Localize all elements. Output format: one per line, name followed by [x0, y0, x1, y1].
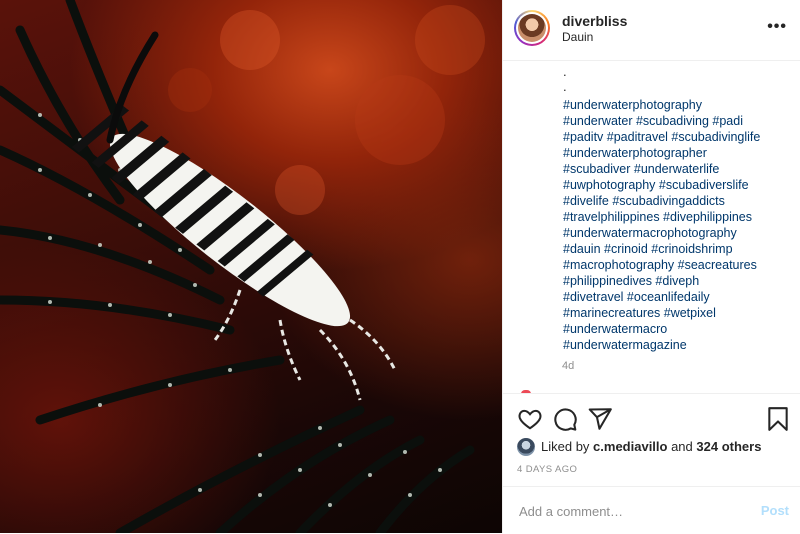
- hashtag-line[interactable]: #paditv #paditravel #scubadivinglife: [563, 129, 793, 145]
- hashtag-line[interactable]: #divetravel #oceanlifedaily: [563, 289, 793, 305]
- hashtag-line[interactable]: #macrophotography #seacreatures: [563, 257, 793, 273]
- hashtag-line[interactable]: #uwphotography #scubadiverslife: [563, 177, 793, 193]
- likes-text: Liked by c.mediavillo and 324 others: [541, 439, 761, 454]
- avatar-image: [518, 14, 546, 42]
- hashtag-line[interactable]: #underwaterphotography: [563, 97, 793, 113]
- caption-age: 4d: [562, 360, 575, 372]
- comment-bar: Post: [503, 486, 800, 534]
- paper-plane-icon[interactable]: [587, 406, 613, 432]
- likes-joiner: and: [667, 439, 697, 454]
- hashtag-line[interactable]: #marinecreatures #wetpixel: [563, 305, 793, 321]
- avatar[interactable]: [514, 10, 550, 46]
- post-header: diverbliss Dauin •••: [503, 0, 800, 61]
- hashtag-line[interactable]: #underwatermacro: [563, 321, 793, 337]
- username-link[interactable]: diverbliss: [562, 13, 627, 29]
- location-link[interactable]: Dauin: [562, 30, 593, 44]
- hashtag-line[interactable]: #scubadiver #underwaterlife: [563, 161, 793, 177]
- post-timestamp[interactable]: 4 DAYS AGO: [517, 464, 577, 475]
- likes-others-link[interactable]: 324 others: [696, 439, 761, 454]
- crinoid-shrimp-photo: [0, 0, 485, 533]
- hashtag-line[interactable]: #dauin #crinoid #crinoidshrimp: [563, 241, 793, 257]
- liker-avatar[interactable]: [517, 438, 535, 456]
- post-photo[interactable]: [0, 0, 502, 533]
- hashtag-line[interactable]: #travelphilippines #divephilippines: [563, 209, 793, 225]
- hashtag-list: #underwaterphotography #underwater #scub…: [563, 97, 793, 353]
- caption-dot: .: [563, 64, 567, 79]
- comment-icon[interactable]: [552, 406, 578, 432]
- hashtag-line[interactable]: #philippinedives #diveph: [563, 273, 793, 289]
- bookmark-icon[interactable]: [765, 406, 791, 432]
- comment-input[interactable]: [517, 497, 741, 525]
- more-dots-icon[interactable]: •••: [767, 18, 787, 36]
- liker-username-link[interactable]: c.mediavillo: [593, 439, 667, 454]
- hashtag-line[interactable]: #underwatermacrophotography: [563, 225, 793, 241]
- post-comment-button[interactable]: Post: [761, 503, 789, 518]
- hashtag-line[interactable]: #divelife #scubadivingaddicts: [563, 193, 793, 209]
- divider: [503, 393, 800, 394]
- post-caption: . . #underwaterphotography #underwater #…: [563, 64, 793, 353]
- post-panel: diverbliss Dauin ••• . . #underwaterphot…: [502, 0, 800, 533]
- avatar-border: [516, 12, 548, 44]
- likes-prefix: Liked by: [541, 439, 594, 454]
- caption-dot: .: [563, 79, 567, 94]
- heart-icon[interactable]: [517, 406, 543, 432]
- hashtag-line[interactable]: #underwatermagazine: [563, 337, 793, 353]
- hashtag-line[interactable]: #underwater #scubadiving #padi: [563, 113, 793, 129]
- action-bar: [503, 402, 800, 436]
- hashtag-line[interactable]: #underwaterphotographer: [563, 145, 793, 161]
